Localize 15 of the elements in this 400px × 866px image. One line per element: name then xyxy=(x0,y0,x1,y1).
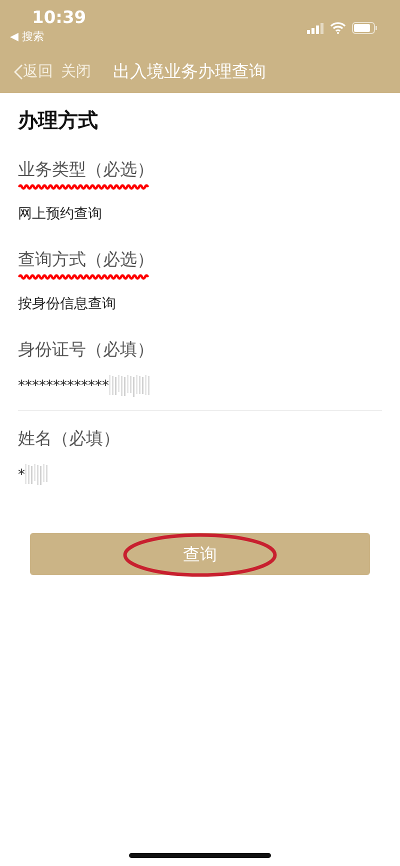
signal-icon xyxy=(307,22,324,34)
section-heading: 办理方式 xyxy=(18,107,99,134)
field-value[interactable]: * xyxy=(18,467,25,483)
field-label: 业务类型（必选） xyxy=(18,159,154,182)
field-label: 查询方式（必选） xyxy=(18,249,154,272)
battery-icon xyxy=(352,22,378,34)
field-value[interactable]: ************* xyxy=(18,378,109,394)
field-value[interactable]: 按身份信息查询 xyxy=(18,295,116,313)
status-time: 10:39 xyxy=(32,8,86,28)
field-label: 姓名（必填） xyxy=(18,428,120,451)
page-title: 出入境业务办理查询 xyxy=(113,61,266,83)
chevron-left-icon xyxy=(14,64,23,80)
wifi-icon xyxy=(330,22,346,34)
field-label: 身份证号（必填） xyxy=(18,339,154,362)
field-value[interactable]: 网上预约查询 xyxy=(18,205,102,223)
